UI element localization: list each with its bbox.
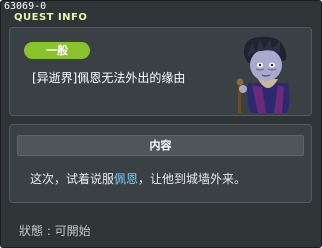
quest-id: 63069-0 — [4, 1, 47, 12]
quest-info-window: 63069-0 QUEST INFO 一般 [异逝界]佩恩无法外出的缘由 内容 … — [0, 0, 322, 248]
quest-title: [异逝界]佩恩无法外出的缘由 — [32, 71, 186, 85]
npc-portrait-icon — [236, 36, 290, 113]
quest-description-text-end: ，让他到城墙外来。 — [138, 172, 247, 186]
quest-description: 这次，试着说服佩恩，让他到城墙外来。 — [30, 170, 246, 187]
npc-name-link[interactable]: 佩恩 — [114, 172, 138, 186]
quest-summary-panel: 一般 [异逝界]佩恩无法外出的缘由 — [9, 27, 312, 116]
quest-description-text: 这次，试着说服 — [30, 172, 115, 186]
quest-status: 狀態 : 可開始 — [19, 224, 91, 238]
quest-content-panel: 内容 这次，试着说服佩恩，让他到城墙外来。 — [9, 124, 312, 203]
window-title: QUEST INFO — [14, 12, 88, 23]
quest-category-badge: 一般 — [24, 42, 90, 59]
content-section-header: 内容 — [17, 135, 304, 156]
